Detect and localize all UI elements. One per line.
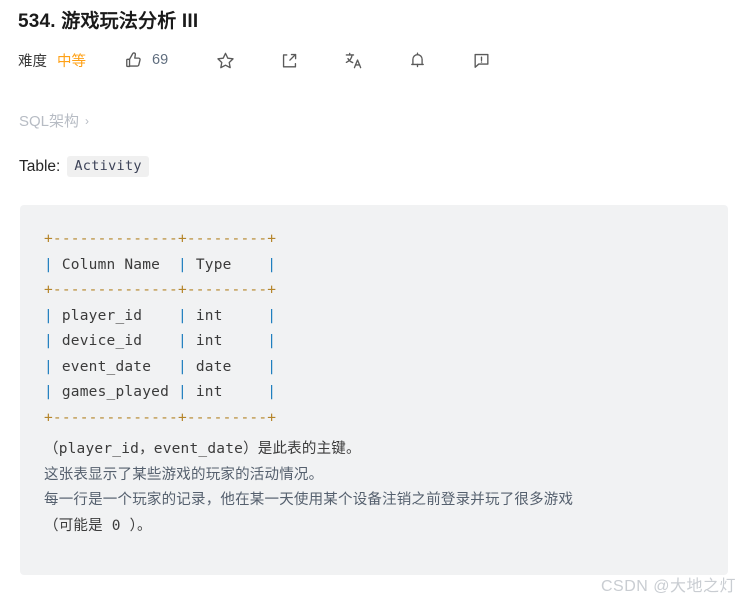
breadcrumb[interactable]: SQL架构 › (19, 110, 89, 131)
breadcrumb-label: SQL架构 (19, 113, 80, 130)
action-icon-group: 69 (122, 49, 492, 71)
difficulty-value[interactable]: 中等 (57, 50, 86, 71)
bell-icon[interactable] (406, 49, 428, 71)
schema-ascii-table: +--------------+---------+ | Column Name… (44, 231, 277, 426)
desc-line-1: （player_id，event_date）是此表的主键。 (44, 441, 361, 457)
table-intro: Table: Activity (19, 156, 149, 177)
meta-row: 难度 中等 69 (18, 46, 492, 74)
page-title: 534. 游戏玩法分析 III (18, 11, 199, 32)
watermark: CSDN @大地之灯 (600, 578, 736, 595)
schema-description: （player_id，event_date）是此表的主键。 这张表显示了某些游戏… (44, 431, 728, 539)
comment-icon[interactable] (470, 49, 492, 71)
like-count: 69 (152, 52, 169, 68)
desc-line-3: 每一行是一个玩家的记录，他在某一天使用某个设备注销之前登录并玩了很多游戏 (44, 492, 574, 508)
table-intro-prefix: Table: (19, 157, 61, 175)
schema-code-block: +--------------+---------+ | Column Name… (20, 205, 728, 575)
chevron-right-icon: › (85, 113, 90, 128)
difficulty-label: 难度 (18, 53, 47, 70)
problem-page: 534. 游戏玩法分析 III 难度 中等 69 SQL架构 › Table: … (0, 0, 748, 604)
star-icon[interactable] (214, 49, 236, 71)
share-icon[interactable] (278, 49, 300, 71)
table-name-code: Activity (67, 156, 149, 177)
translate-icon[interactable] (342, 49, 364, 71)
desc-line-2: 这张表显示了某些游戏的玩家的活动情况。 (44, 466, 324, 483)
thumbs-up-icon[interactable] (122, 49, 144, 71)
desc-line-4: （可能是 0 ）。 (44, 517, 152, 534)
